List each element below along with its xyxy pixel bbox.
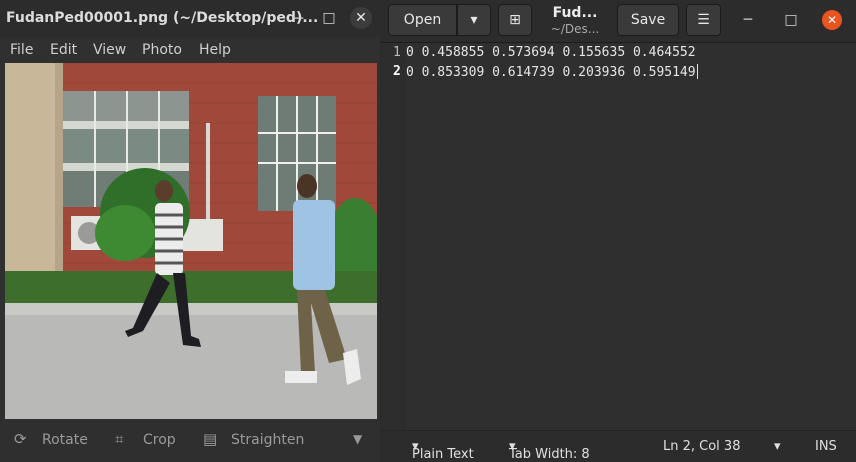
maximize-icon[interactable]: □ [318,7,340,29]
cursor-position: Ln 2, Col 38 [663,439,741,454]
menu-view[interactable]: View [93,42,126,58]
text-cursor [696,64,698,79]
tab-width-selector[interactable]: Tab Width: 8 ▾ [509,439,590,462]
image-viewer-window: FudanPed00001.png (~/Desktop/ped)... ─ □… [0,0,380,462]
line-number-current: 2 [393,64,401,79]
save-button[interactable]: Save [617,4,679,36]
menu-photo[interactable]: Photo [142,42,182,58]
line-number-gutter: 1 2 [381,44,406,430]
new-tab-icon[interactable]: ⊞ [498,4,532,36]
text-line-content: 0 0.853309 0.614739 0.203936 0.595149 [406,65,696,80]
hamburger-menu-icon[interactable]: ☰ [686,4,721,36]
language-label: Plain Text [412,447,474,462]
menu-file[interactable]: File [10,42,33,58]
rotate-icon[interactable]: ⟳ [14,430,27,448]
crop-icon[interactable]: ⌗ [115,430,123,448]
chevron-down-icon[interactable]: ▾ [774,439,781,454]
close-icon[interactable]: ✕ [350,7,372,29]
viewer-titlebar[interactable]: FudanPed00001.png (~/Desktop/ped)... ─ □… [0,0,380,37]
viewer-menubar: File Edit View Photo Help [0,37,380,63]
straighten-button[interactable]: Straighten [231,432,304,448]
text-line[interactable]: 0 0.458855 0.573694 0.155635 0.464552 [406,45,696,60]
rotate-button[interactable]: Rotate [42,432,88,448]
text-content-area[interactable]: 0 0.458855 0.573694 0.155635 0.464552 0 … [406,44,856,430]
editor-statusbar: Plain Text ▾ Tab Width: 8 ▾ Ln 2, Col 38… [381,430,856,462]
chevron-down-icon[interactable]: ▼ [353,432,362,446]
editor-headerbar[interactable]: Open ▾ ⊞ Fud... ~/Des... Save ☰ ─ □ ✕ [381,0,856,43]
menu-help[interactable]: Help [199,42,231,58]
maximize-icon[interactable]: □ [780,9,802,31]
text-line-current[interactable]: 0 0.853309 0.614739 0.203936 0.595149 [406,64,698,80]
text-editor-window: Open ▾ ⊞ Fud... ~/Des... Save ☰ ─ □ ✕ 1 … [381,0,856,462]
language-selector[interactable]: Plain Text ▾ [412,439,474,462]
crop-button[interactable]: Crop [143,432,176,448]
open-button[interactable]: Open [388,4,457,36]
pedestrian-photo [5,63,377,419]
close-icon[interactable]: ✕ [822,10,842,30]
document-title: Fud... [552,5,598,21]
insert-mode[interactable]: INS [815,439,837,454]
viewer-window-title: FudanPed00001.png (~/Desktop/ped)... [6,10,319,26]
minimize-icon[interactable]: ─ [288,8,310,30]
tab-width-label: Tab Width: 8 [509,447,590,462]
menu-edit[interactable]: Edit [50,42,77,58]
viewer-toolbar: ⟳ Rotate ⌗ Crop ▤ Straighten ▼ [0,419,380,462]
photo-canvas[interactable] [5,63,377,419]
minimize-icon[interactable]: ─ [737,9,759,31]
line-number: 1 [393,45,401,60]
open-dropdown-icon[interactable]: ▾ [457,4,491,36]
document-path: ~/Des... [550,22,600,36]
straighten-icon[interactable]: ▤ [203,430,217,448]
